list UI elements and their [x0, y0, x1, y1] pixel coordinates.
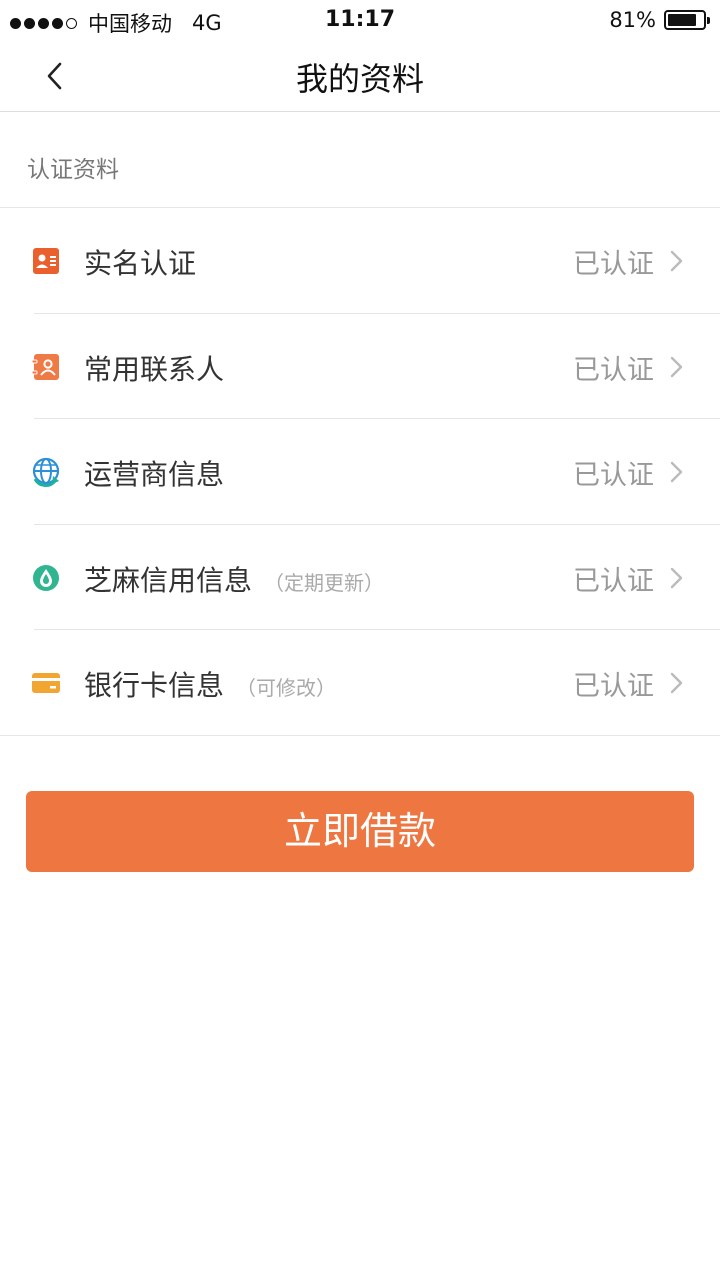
item-status: 已认证: [573, 671, 654, 702]
chevron-right-icon: [670, 672, 683, 694]
item-label: 常用联系人: [84, 352, 225, 386]
battery-icon: [664, 10, 710, 30]
list-item-sesame-credit[interactable]: 芝麻信用信息 （定期更新） 已认证: [0, 525, 720, 630]
nav-bar: 我的资料: [0, 40, 720, 112]
borrow-now-button[interactable]: 立即借款: [26, 791, 694, 872]
bank-card-icon: [32, 673, 60, 693]
chevron-right-icon: [670, 461, 683, 483]
item-label: 实名认证: [84, 247, 197, 280]
section-title: 认证资料: [27, 157, 119, 183]
item-status: 已认证: [573, 565, 654, 597]
item-note: （定期更新）: [264, 570, 385, 595]
item-status: 已认证: [573, 354, 654, 386]
list-item-real-name[interactable]: 实名认证 已认证: [0, 208, 720, 314]
verification-list: 实名认证 已认证 常用联系人 已认证 运营商信息 已认证 芝麻信用信息 （定期更…: [0, 208, 720, 736]
item-label: 芝麻信用信息: [84, 563, 253, 597]
status-bar: 中国移动 4G 11:17 81%: [0, 0, 720, 40]
sesame-icon: [33, 564, 59, 591]
chevron-right-icon: [670, 250, 683, 272]
section-header: 认证资料: [0, 112, 720, 208]
status-right: 81%: [609, 8, 710, 32]
page-title: 我的资料: [295, 60, 424, 98]
battery-fill: [668, 14, 696, 26]
list-item-carrier[interactable]: 运营商信息 已认证: [0, 419, 720, 525]
chevron-right-icon: [670, 356, 683, 377]
item-status: 已认证: [573, 249, 654, 280]
contacts-icon: [31, 353, 59, 380]
item-label: 运营商信息: [84, 458, 225, 491]
item-note: （可修改）: [236, 676, 337, 700]
carrier-globe-icon: [32, 457, 60, 487]
item-status: 已认证: [573, 460, 654, 491]
chevron-right-icon: [670, 567, 683, 588]
battery-percent: 81%: [609, 8, 656, 32]
list-item-contacts[interactable]: 常用联系人 已认证: [0, 314, 720, 419]
list-item-bank-card[interactable]: 银行卡信息 （可修改） 已认证: [0, 630, 720, 736]
id-card-icon: [33, 248, 59, 274]
item-label: 银行卡信息: [84, 669, 225, 702]
